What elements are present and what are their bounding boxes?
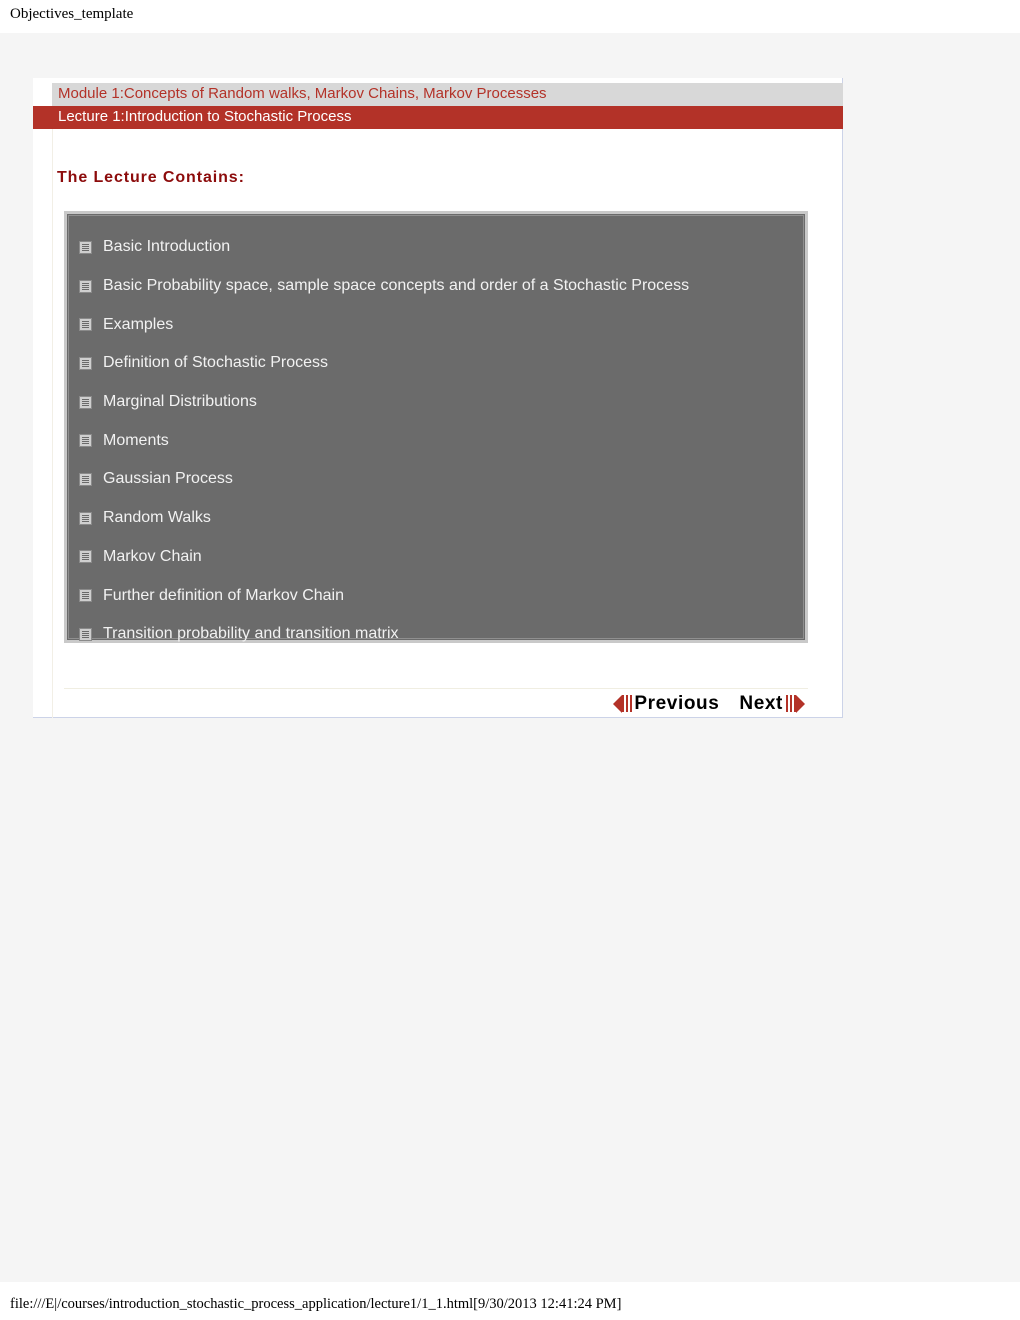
list-item-label: Basic Introduction (103, 238, 231, 256)
next-button-label: Next (739, 692, 783, 714)
list-item[interactable]: Basic Probability space, sample space co… (79, 267, 803, 306)
list-item-label: Examples (103, 315, 174, 333)
list-item[interactable]: Moments (79, 421, 803, 460)
list-item-label: Markov Chain (103, 547, 202, 565)
document-lines-icon (79, 550, 92, 564)
list-item[interactable]: Definition of Stochastic Process (79, 344, 803, 383)
list-item-label: Gaussian Process (103, 470, 233, 488)
next-button[interactable]: Next (739, 693, 805, 715)
lecture-title: Lecture 1:Introduction to Stochastic Pro… (58, 108, 352, 125)
list-item-label: Marginal Distributions (103, 393, 257, 411)
list-item-label: Definition of Stochastic Process (103, 354, 328, 372)
list-item-label: Random Walks (103, 509, 211, 527)
next-arrow-icon (786, 694, 805, 713)
document-lines-icon (79, 511, 92, 525)
lecture-contains-heading: The Lecture Contains: (57, 169, 245, 186)
navigation-bar: Previous Next (33, 689, 843, 718)
page-title: Objectives_template (10, 6, 134, 22)
lecture-header-bar: Lecture 1:Introduction to Stochastic Pro… (33, 106, 843, 129)
document-lines-icon (79, 434, 92, 448)
document-lines-icon (79, 395, 92, 409)
list-item[interactable]: Transition probability and transition ma… (79, 615, 803, 654)
list-item[interactable]: Examples (79, 305, 803, 344)
previous-arrow-icon (613, 694, 633, 713)
document-lines-icon (79, 279, 92, 293)
document-lines-icon (79, 472, 92, 486)
list-item[interactable]: Random Walks (79, 499, 803, 538)
list-item[interactable]: Markov Chain (79, 538, 803, 577)
list-item-label: Transition probability and transition ma… (103, 625, 399, 643)
list-item[interactable]: Gaussian Process (79, 460, 803, 499)
document-lines-icon (79, 356, 92, 370)
footer-file-path: file:///E|/courses/introduction_stochast… (10, 1296, 622, 1312)
module-header-bar: Module 1:Concepts of Random walks, Marko… (52, 83, 843, 106)
list-item[interactable]: Further definition of Markov Chain (79, 576, 803, 615)
topics-list: Basic Introduction Basic Probability spa… (68, 215, 804, 642)
previous-button[interactable]: Previous (613, 693, 719, 715)
document-lines-icon (79, 627, 92, 641)
list-item[interactable]: Basic Introduction (79, 228, 803, 267)
document-lines-icon (79, 589, 92, 603)
left-column-divider (52, 128, 53, 718)
list-item-label: Basic Probability space, sample space co… (103, 277, 690, 295)
document-lines-icon (79, 240, 92, 254)
topics-list-box: Basic Introduction Basic Probability spa… (64, 211, 808, 643)
list-item[interactable]: Marginal Distributions (79, 383, 803, 422)
list-item-label: Further definition of Markov Chain (103, 586, 344, 604)
module-title: Module 1:Concepts of Random walks, Marko… (58, 85, 547, 102)
document-lines-icon (79, 318, 92, 332)
list-item-label: Moments (103, 431, 169, 449)
page-canvas: Module 1:Concepts of Random walks, Marko… (0, 33, 1020, 1282)
previous-button-label: Previous (634, 692, 720, 714)
